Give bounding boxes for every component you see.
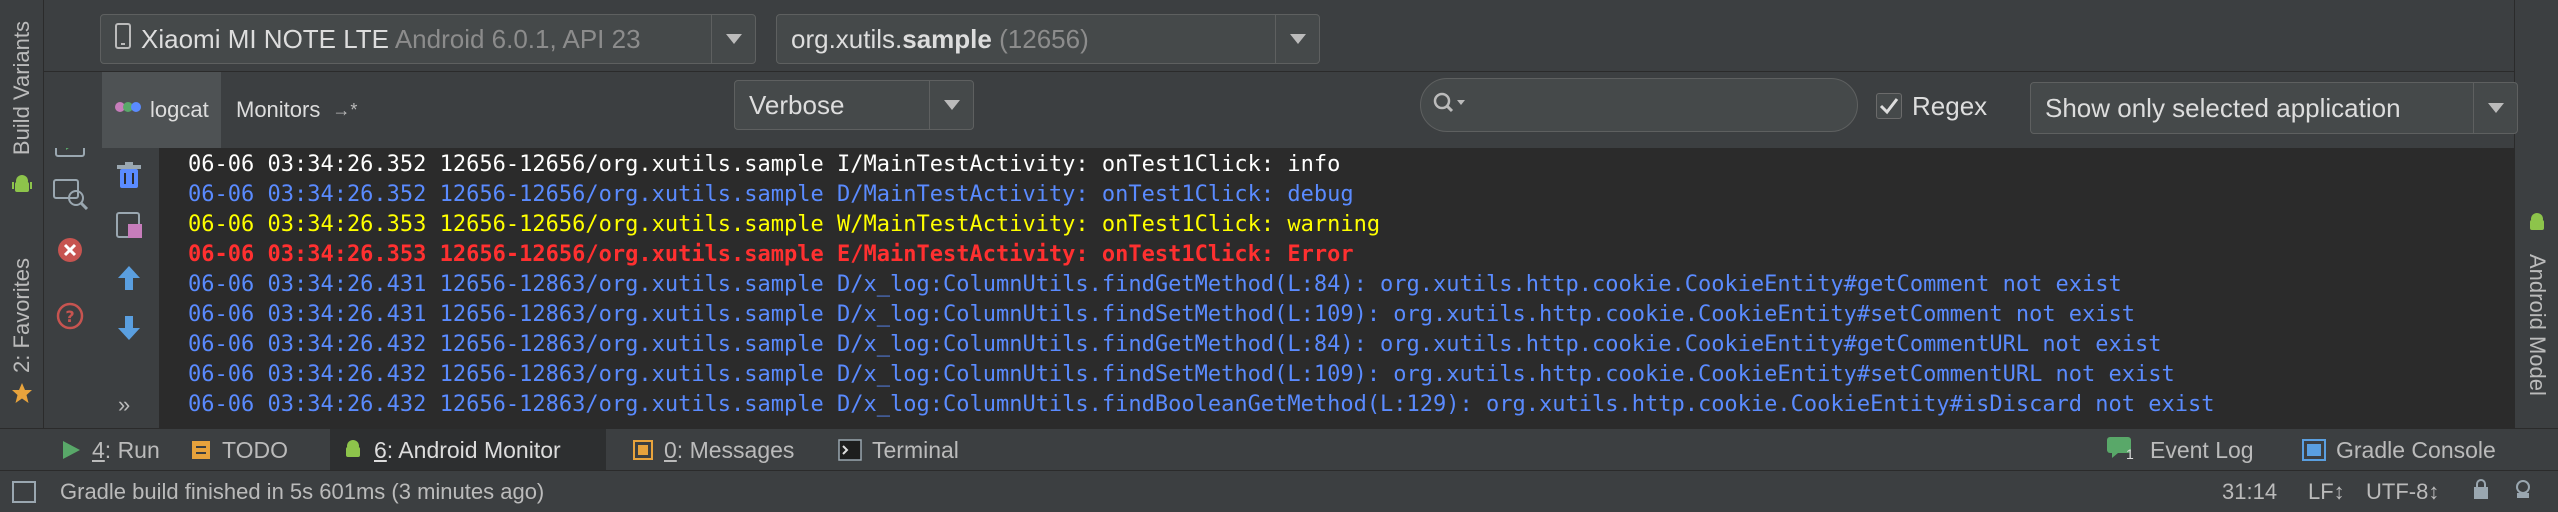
status-bar: Gradle build finished in 5s 601ms (3 min…: [0, 470, 2558, 512]
chevron-down-icon: [943, 100, 960, 110]
log-line[interactable]: 06-06 03:34:26.352 12656-12656/org.xutil…: [160, 150, 2514, 180]
tab-monitors[interactable]: Monitors →*: [224, 72, 369, 148]
log-line[interactable]: 06-06 03:34:26.353 12656-12656/org.xutil…: [160, 210, 2514, 240]
gradle-console-label: Gradle Console: [2336, 436, 2496, 463]
todo-label: TODO: [222, 436, 289, 463]
messages-label: : Messages: [676, 436, 795, 463]
monitor-label: : Android Monitor: [386, 436, 561, 463]
svg-text:?: ?: [65, 307, 74, 326]
restart-logcat-icon[interactable]: [114, 210, 144, 245]
help-icon[interactable]: ?: [56, 302, 84, 335]
event-log-count: 1: [2126, 446, 2134, 462]
process-combo[interactable]: org.xutils.sample (12656): [776, 14, 1320, 64]
todo-icon: [192, 441, 210, 459]
process-pid: (12656): [999, 23, 1089, 54]
build-variants-label: Build Variants: [9, 20, 34, 156]
arrow-up-icon[interactable]: [116, 264, 142, 297]
app-filter-combo[interactable]: Show only selected application: [2030, 82, 2518, 134]
left-tool-strip: Build Variants 2: Favorites: [0, 0, 44, 428]
log-level-value: Verbose: [749, 89, 845, 120]
log-line[interactable]: 06-06 03:34:26.432 12656-12863/org.xutil…: [160, 330, 2514, 360]
favorites-label: 2: Favorites: [9, 257, 34, 373]
event-log-label: Event Log: [2150, 436, 2254, 463]
lock-icon[interactable]: [2472, 478, 2490, 506]
android-model-label: Android Model: [2525, 254, 2550, 396]
tab-logcat[interactable]: logcat: [102, 72, 221, 148]
android-icon: [0, 168, 44, 202]
log-line[interactable]: 06-06 03:34:26.431 12656-12863/org.xutil…: [160, 300, 2514, 330]
regex-toggle[interactable]: Regex: [1876, 84, 1987, 128]
messages-icon: [633, 440, 653, 460]
terminal-icon: [838, 439, 862, 461]
chevron-down-icon: [725, 34, 742, 44]
run-label: : Run: [104, 436, 160, 463]
tool-tab-android-monitor[interactable]: 6: Android Monitor: [330, 429, 606, 471]
build-variants-tab[interactable]: Build Variants: [0, 8, 44, 168]
tool-tab-terminal[interactable]: Terminal: [826, 429, 971, 471]
tool-window-bar: 4: Run TODO 6: Android Monitor 0: Messag…: [0, 428, 2558, 471]
tool-tab-messages[interactable]: 0: Messages: [620, 429, 806, 471]
chevron-down-icon: [1289, 34, 1306, 44]
device-name: Xiaomi MI NOTE LTE: [141, 23, 390, 54]
log-line[interactable]: 06-06 03:34:26.353 12656-12656/org.xutil…: [160, 240, 2514, 270]
system-info-icon[interactable]: [52, 176, 90, 215]
search-icon: [1433, 91, 1467, 120]
process-dropdown-arrow[interactable]: [1275, 15, 1319, 63]
cursor-position[interactable]: 31:14: [2222, 479, 2277, 505]
run-shortcut: 4: [92, 436, 105, 463]
favorites-tab[interactable]: 2: Favorites: [0, 240, 44, 390]
logcat-actions-column: »: [100, 148, 160, 428]
tab-logcat-label: logcat: [150, 97, 209, 122]
regex-label: Regex: [1912, 90, 1988, 121]
logcat-output[interactable]: 06-06 03:34:26.352 12656-12656/org.xutil…: [160, 148, 2514, 428]
log-level-dropdown-arrow[interactable]: [929, 81, 973, 129]
android-icon: [346, 440, 360, 457]
clear-logcat-trash-icon[interactable]: [114, 160, 144, 195]
run-icon: [63, 441, 80, 459]
process-name-prefix: org.xutils.: [791, 23, 903, 54]
chevron-down-icon: [2487, 103, 2504, 113]
search-input[interactable]: [1473, 92, 1857, 118]
log-line[interactable]: 06-06 03:34:26.352 12656-12656/org.xutil…: [160, 180, 2514, 210]
log-level-combo[interactable]: Verbose: [734, 80, 974, 130]
terminate-app-icon[interactable]: [56, 236, 84, 269]
more-actions-icon[interactable]: »: [118, 392, 130, 418]
device-selector-row: Xiaomi MI NOTE LTE Android 6.0.1, API 23…: [44, 0, 2514, 72]
log-search-field[interactable]: [1420, 78, 1858, 132]
device-dropdown-arrow[interactable]: [711, 15, 755, 63]
phone-icon: [115, 22, 131, 56]
device-details: Android 6.0.1, API 23: [394, 23, 641, 54]
terminal-label: Terminal: [872, 436, 959, 463]
log-line[interactable]: 06-06 03:34:26.432 12656-12863/org.xutil…: [160, 360, 2514, 390]
device-combo[interactable]: Xiaomi MI NOTE LTE Android 6.0.1, API 23: [100, 14, 756, 64]
tool-tab-run[interactable]: 4: Run: [48, 429, 172, 471]
tool-tab-event-log[interactable]: 1 Event Log: [2094, 429, 2266, 471]
gradle-console-icon: [2302, 439, 2326, 461]
app-filter-value: Show only selected application: [2045, 92, 2401, 123]
pin-arrow-icon: →*: [332, 99, 358, 120]
android-model-icon: [2515, 206, 2558, 240]
log-line[interactable]: 06-06 03:34:26.432 12656-12863/org.xutil…: [160, 390, 2514, 420]
status-message: Gradle build finished in 5s 601ms (3 min…: [60, 478, 545, 504]
right-tool-strip: Android Model: [2514, 0, 2558, 428]
file-encoding[interactable]: UTF-8↕: [2366, 479, 2439, 505]
toggle-tool-windows-icon[interactable]: [12, 480, 36, 503]
log-line[interactable]: 06-06 03:34:26.431 12656-12863/org.xutil…: [160, 270, 2514, 300]
regex-checkbox[interactable]: [1876, 93, 1902, 119]
monitor-shortcut: 6: [374, 436, 387, 463]
tab-monitors-label: Monitors: [236, 97, 321, 122]
event-log-icon: 1: [2106, 436, 2140, 464]
arrow-down-icon[interactable]: [116, 314, 142, 347]
messages-shortcut: 0: [664, 436, 677, 463]
star-icon: [0, 378, 44, 408]
process-name-bold: sample: [902, 23, 992, 54]
tool-tab-gradle-console[interactable]: Gradle Console: [2290, 429, 2508, 471]
logcat-icon: [114, 97, 142, 123]
android-model-tab[interactable]: Android Model: [2515, 240, 2558, 410]
logcat-toolbar: logcat Monitors →* Verbose Regex Show on…: [44, 72, 2518, 148]
inspector-icon[interactable]: [2512, 478, 2534, 506]
line-separator[interactable]: LF↕: [2308, 479, 2345, 505]
app-filter-dropdown-arrow[interactable]: [2473, 83, 2517, 133]
tool-tab-todo[interactable]: TODO: [178, 429, 300, 471]
